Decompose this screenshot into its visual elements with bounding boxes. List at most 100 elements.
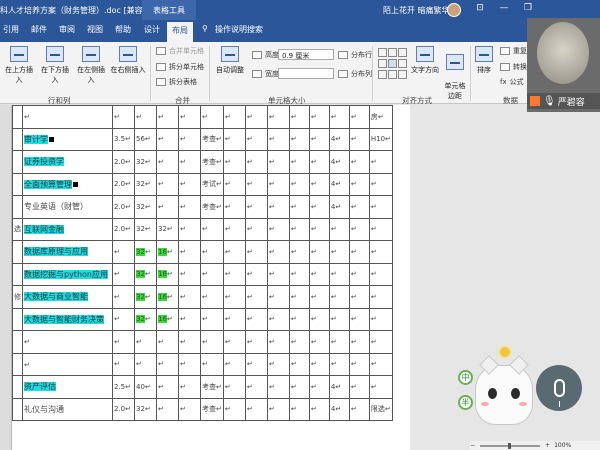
align-bottom-center-icon[interactable] bbox=[388, 70, 397, 79]
lab-hours-cell[interactable]: ↵ bbox=[156, 172, 179, 196]
lab-hours-cell[interactable]: 16↵ bbox=[156, 240, 179, 264]
empty-cell[interactable]: ↵ bbox=[244, 195, 268, 219]
category-cell[interactable] bbox=[12, 330, 23, 354]
credit-cell[interactable]: 3.5↵ bbox=[112, 127, 135, 151]
empty-cell[interactable]: ↵ bbox=[178, 397, 201, 421]
empty-cell[interactable]: ↵ bbox=[348, 307, 370, 331]
course-name-cell[interactable]: 专业英语（财管） bbox=[22, 195, 113, 219]
empty-cell[interactable]: ↵ bbox=[266, 330, 290, 354]
empty-cell[interactable]: ↵ bbox=[288, 330, 310, 354]
remark-cell[interactable]: ↵ bbox=[368, 262, 393, 286]
empty-cell[interactable]: ↵ bbox=[348, 285, 370, 309]
table-row[interactable]: 数据挖掘与python应用 ↵ 32↵ 16↵ ↵ ↵ ↵ ↵ ↵ ↵ ↵ ↵ ↵ ↵ bbox=[12, 262, 393, 286]
zoom-slider[interactable] bbox=[480, 442, 541, 449]
exam-type-cell[interactable]: 考查↵ bbox=[200, 375, 224, 399]
exam-type-cell[interactable]: ↵ bbox=[200, 352, 224, 376]
course-name-cell[interactable]: 数据库原理与应用 bbox=[22, 240, 113, 264]
credit-cell[interactable]: 2.0↵ bbox=[112, 397, 135, 421]
course-name-cell[interactable]: 大数据与智能财务决策 bbox=[22, 307, 113, 331]
empty-cell[interactable]: ↵ bbox=[178, 307, 201, 331]
empty-cell[interactable]: ↵ bbox=[266, 262, 290, 286]
course-name-cell[interactable]: 大数据与商业智能 bbox=[22, 285, 113, 309]
exam-type-cell[interactable]: ↵ bbox=[200, 105, 224, 129]
video-panel[interactable]: 🎙 严碧容 bbox=[527, 18, 600, 112]
distribute-cols-button[interactable]: 分布列 bbox=[338, 69, 372, 79]
table-row[interactable]: 大数据与智能财务决策 ↵ 32↵ 16↵ ↵ ↵ ↵ ↵ ↵ ↵ ↵ ↵ ↵ ↵ bbox=[12, 307, 393, 331]
lab-hours-cell[interactable]: 32↵ bbox=[156, 217, 179, 241]
credit-cell[interactable]: ↵ bbox=[112, 285, 135, 309]
lab-hours-cell[interactable]: ↵ bbox=[156, 150, 179, 174]
empty-cell[interactable]: ↵ bbox=[348, 240, 370, 264]
semester-cell[interactable]: ↵ bbox=[328, 352, 350, 376]
credit-cell[interactable]: 2.0↵ bbox=[112, 217, 135, 241]
empty-cell[interactable]: ↵ bbox=[244, 240, 268, 264]
hours-cell[interactable]: 32↵ bbox=[134, 397, 157, 421]
credit-cell[interactable]: ↵ bbox=[112, 352, 135, 376]
category-cell[interactable] bbox=[12, 195, 23, 219]
width-field[interactable] bbox=[278, 68, 334, 79]
empty-cell[interactable]: ↵ bbox=[288, 127, 310, 151]
text-direction-button[interactable]: 文字方向 bbox=[410, 46, 440, 75]
lab-hours-cell[interactable]: ↵ bbox=[156, 352, 179, 376]
empty-cell[interactable]: ↵ bbox=[266, 397, 290, 421]
split-cells-button[interactable]: 拆分单元格 bbox=[156, 62, 204, 72]
table-row[interactable]: 专业英语（财管） 2.0↵ 32↵ ↵ ↵ 考查↵ ↵ ↵ ↵ ↵ ↵ 4↵ ↵ ↵ bbox=[12, 195, 393, 219]
empty-cell[interactable]: ↵ bbox=[178, 352, 201, 376]
empty-cell[interactable]: ↵ bbox=[222, 262, 246, 286]
exam-type-cell[interactable]: 考查↵ bbox=[200, 397, 224, 421]
insert-above-button[interactable]: 在上方插入 bbox=[2, 46, 36, 85]
hours-cell[interactable]: 32↵ bbox=[134, 240, 157, 264]
empty-cell[interactable]: ↵ bbox=[222, 127, 246, 151]
empty-cell[interactable]: ↵ bbox=[348, 195, 370, 219]
alignment-grid[interactable] bbox=[378, 48, 408, 80]
empty-cell[interactable]: ↵ bbox=[222, 375, 246, 399]
remark-cell[interactable]: 限选↵ bbox=[368, 397, 393, 421]
course-name-cell[interactable]: 礼仪与沟通 bbox=[22, 397, 113, 421]
empty-cell[interactable]: ↵ bbox=[348, 397, 370, 421]
align-top-center-icon[interactable] bbox=[388, 48, 397, 57]
empty-cell[interactable]: ↵ bbox=[308, 105, 330, 129]
zoom-level[interactable]: 100% bbox=[554, 442, 571, 449]
empty-cell[interactable]: ↵ bbox=[222, 217, 246, 241]
empty-cell[interactable]: ↵ bbox=[288, 195, 310, 219]
exam-type-cell[interactable]: ↵ bbox=[200, 330, 224, 354]
semester-cell[interactable]: ↵ bbox=[328, 262, 350, 286]
lab-hours-cell[interactable]: ↵ bbox=[156, 397, 179, 421]
remark-cell[interactable]: ↵ bbox=[368, 195, 393, 219]
user-name[interactable]: 陌上花开 暗痛繁华 bbox=[383, 5, 450, 16]
align-middle-right-icon[interactable] bbox=[398, 59, 407, 68]
empty-cell[interactable]: ↵ bbox=[266, 217, 290, 241]
empty-cell[interactable]: ↵ bbox=[308, 150, 330, 174]
restore-button[interactable]: ❐ bbox=[521, 3, 535, 13]
lab-hours-cell[interactable]: 16↵ bbox=[156, 307, 179, 331]
semester-cell[interactable]: ↵ bbox=[328, 307, 350, 331]
empty-cell[interactable]: ↵ bbox=[266, 285, 290, 309]
cell-margins-button[interactable]: 单元格 边距 bbox=[442, 46, 468, 101]
empty-cell[interactable]: ↵ bbox=[222, 150, 246, 174]
tab-layout[interactable]: 布局 bbox=[167, 22, 193, 42]
semester-cell[interactable]: 4↵ bbox=[328, 172, 350, 196]
empty-cell[interactable]: ↵ bbox=[308, 285, 330, 309]
table-row[interactable]: ↵ ↵ ↵ ↵ ↵ ↵ ↵ ↵ ↵ ↵ ↵ ↵ ↵ ↵ bbox=[12, 352, 393, 376]
credit-cell[interactable]: ↵ bbox=[112, 240, 135, 264]
course-name-cell[interactable]: ↵ bbox=[22, 105, 113, 129]
hours-cell[interactable]: 32↵ bbox=[134, 195, 157, 219]
tab-design[interactable]: 设计 bbox=[144, 24, 160, 35]
table-row[interactable]: 资产评估 2.5↵ 40↵ ↵ ↵ 考查↵ ↵ ↵ ↵ ↵ ↵ 4↵ ↵ ↵ bbox=[12, 375, 393, 399]
merge-cells-button[interactable]: 合并单元格 bbox=[156, 46, 204, 56]
empty-cell[interactable]: ↵ bbox=[288, 397, 310, 421]
empty-cell[interactable]: ↵ bbox=[266, 105, 290, 129]
category-cell[interactable] bbox=[12, 397, 23, 421]
align-top-right-icon[interactable] bbox=[398, 48, 407, 57]
empty-cell[interactable]: ↵ bbox=[222, 307, 246, 331]
sort-button[interactable]: 排序 bbox=[473, 46, 495, 75]
empty-cell[interactable]: ↵ bbox=[244, 352, 268, 376]
credit-cell[interactable]: ↵ bbox=[112, 307, 135, 331]
empty-cell[interactable]: ↵ bbox=[178, 195, 201, 219]
hours-cell[interactable]: 32↵ bbox=[134, 285, 157, 309]
empty-cell[interactable]: ↵ bbox=[244, 127, 268, 151]
credit-cell[interactable]: 2.5↵ bbox=[112, 375, 135, 399]
empty-cell[interactable]: ↵ bbox=[178, 262, 201, 286]
empty-cell[interactable]: ↵ bbox=[244, 330, 268, 354]
empty-cell[interactable]: ↵ bbox=[308, 352, 330, 376]
